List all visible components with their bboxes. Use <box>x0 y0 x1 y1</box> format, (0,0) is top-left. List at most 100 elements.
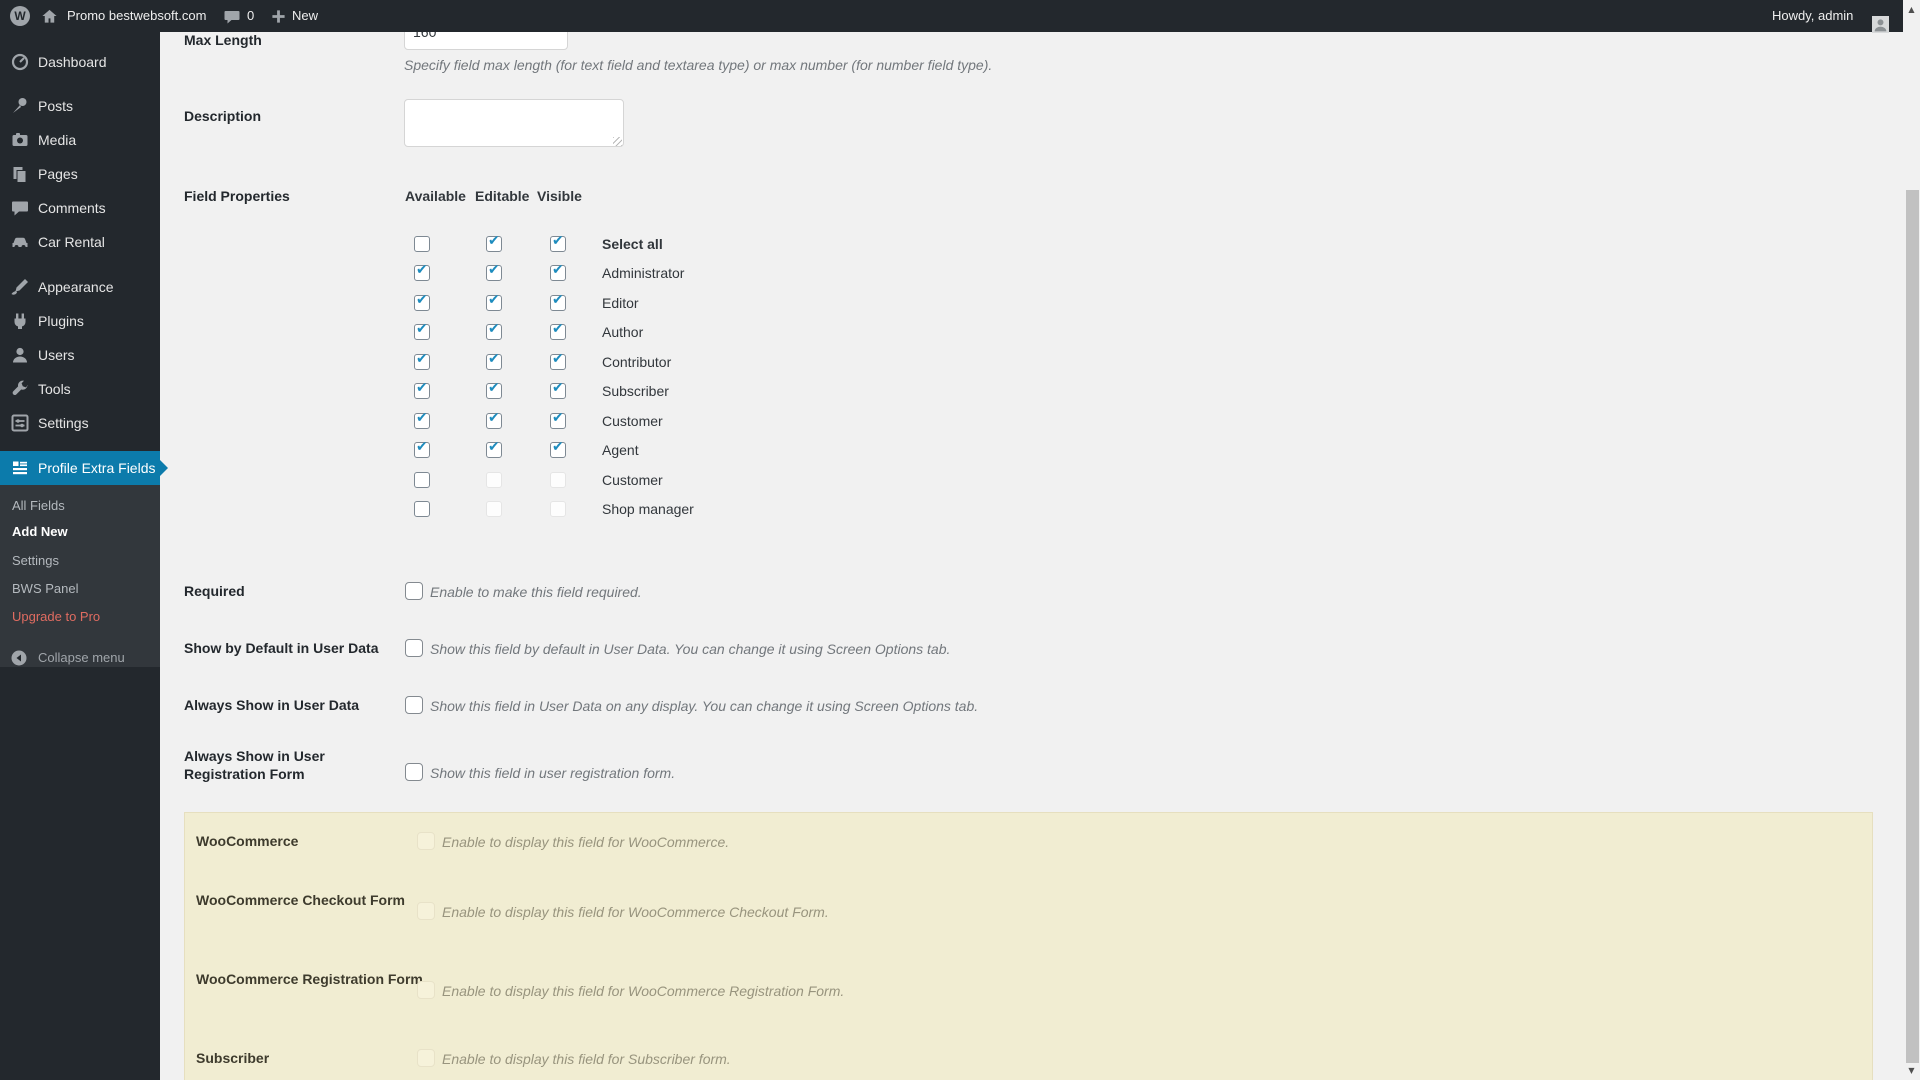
available-checkbox[interactable] <box>414 442 430 458</box>
editable-checkbox[interactable] <box>486 383 502 399</box>
sidebar-item-profile-extra-fields[interactable]: Profile Extra Fields <box>0 451 160 485</box>
textarea-resize-handle[interactable] <box>613 137 622 146</box>
show-by-default-label: Show by Default in User Data <box>184 638 378 658</box>
always-show-user-data-description: Show this field in User Data on any disp… <box>430 697 978 715</box>
editable-checkbox[interactable] <box>486 324 502 340</box>
editable-checkbox[interactable] <box>486 413 502 429</box>
sidebar-item-media[interactable]: Media <box>0 123 160 157</box>
vertical-scrollbar[interactable]: ▲ ▼ <box>1903 0 1920 1080</box>
available-checkbox[interactable] <box>414 413 430 429</box>
sidebar-item-posts[interactable]: Posts <box>0 89 160 123</box>
admin-sidebar: Dashboard Posts Media Pages Comments Car… <box>0 32 160 1080</box>
sidebar-item-all-fields[interactable]: All Fields <box>12 497 152 515</box>
sidebar-item-settings[interactable]: Settings <box>0 406 160 440</box>
scroll-down-icon[interactable]: ▼ <box>1903 1064 1920 1078</box>
editable-checkbox[interactable] <box>486 442 502 458</box>
available-checkbox[interactable] <box>414 354 430 370</box>
tools-icon <box>10 379 30 399</box>
always-show-user-data-label: Always Show in User Data <box>184 695 359 715</box>
available-checkbox[interactable] <box>414 383 430 399</box>
always-show-user-data-checkbox[interactable] <box>405 696 423 714</box>
field-properties-label: Field Properties <box>184 186 290 206</box>
editable-checkbox[interactable] <box>486 295 502 311</box>
sidebar-item-upgrade-to-pro[interactable]: Upgrade to Pro <box>12 608 152 626</box>
pin-icon <box>10 96 30 116</box>
collapse-menu-button[interactable]: Collapse menu <box>0 641 160 675</box>
comments-icon <box>10 198 30 218</box>
row-label: Subscriber <box>602 381 669 401</box>
sidebar-item-dashboard[interactable]: Dashboard <box>0 45 160 79</box>
woocommerce-checkout-label: WooCommerce Checkout Form <box>196 891 426 910</box>
available-checkbox[interactable] <box>414 236 430 252</box>
sidebar-item-pef-settings[interactable]: Settings <box>12 552 152 570</box>
car-icon <box>10 232 30 252</box>
description-label: Description <box>184 106 261 126</box>
available-checkbox[interactable] <box>414 265 430 281</box>
visible-checkbox[interactable] <box>550 354 566 370</box>
editable-checkbox[interactable] <box>486 236 502 252</box>
dashboard-icon <box>10 52 30 72</box>
description-textarea[interactable] <box>404 99 624 147</box>
sidebar-item-appearance[interactable]: Appearance <box>0 270 160 304</box>
wordpress-logo-icon[interactable]: W <box>10 6 30 26</box>
sidebar-item-plugins[interactable]: Plugins <box>0 304 160 338</box>
woocommerce-label: WooCommerce <box>196 832 426 851</box>
woocommerce-checkout-checkbox <box>417 902 435 920</box>
available-checkbox[interactable] <box>414 472 430 488</box>
row-label: Shop manager <box>602 499 694 519</box>
woocommerce-description: Enable to display this field for WooComm… <box>442 833 729 851</box>
id-card-icon <box>10 458 30 478</box>
new-button[interactable]: New <box>292 0 318 32</box>
visible-checkbox[interactable] <box>550 383 566 399</box>
always-show-registration-description: Show this field in user registration for… <box>430 764 675 782</box>
active-menu-arrow <box>160 460 168 476</box>
sidebar-item-comments[interactable]: Comments <box>0 191 160 225</box>
visible-checkbox[interactable] <box>550 442 566 458</box>
always-show-registration-label: Always Show in User Registration Form <box>184 747 354 783</box>
visible-checkbox[interactable] <box>550 265 566 281</box>
column-header-editable: Editable <box>475 186 529 206</box>
site-name-link[interactable]: Promo bestwebsoft.com <box>67 0 206 32</box>
editable-checkbox[interactable] <box>486 354 502 370</box>
howdy-admin-link[interactable]: Howdy, admin <box>1772 0 1853 32</box>
home-icon[interactable] <box>41 0 58 32</box>
sidebar-item-car-rental[interactable]: Car Rental <box>0 225 160 259</box>
show-by-default-description: Show this field by default in User Data.… <box>430 640 950 658</box>
required-description: Enable to make this field required. <box>430 583 642 601</box>
avatar[interactable] <box>1872 8 1889 24</box>
available-checkbox[interactable] <box>414 501 430 517</box>
pages-icon <box>10 164 30 184</box>
available-checkbox[interactable] <box>414 295 430 311</box>
column-header-visible: Visible <box>537 186 582 206</box>
scrollbar-thumb[interactable] <box>1906 190 1919 1063</box>
comments-bubble-icon[interactable] <box>224 0 240 32</box>
admin-bar: W Promo bestwebsoft.com 0 New Howdy, adm… <box>0 0 1903 32</box>
row-label: Editor <box>602 293 639 313</box>
visible-checkbox[interactable] <box>550 324 566 340</box>
show-by-default-checkbox[interactable] <box>405 639 423 657</box>
visible-checkbox[interactable] <box>550 236 566 252</box>
required-checkbox[interactable] <box>405 582 423 600</box>
always-show-registration-checkbox[interactable] <box>405 763 423 781</box>
appearance-icon <box>10 277 30 297</box>
sidebar-item-bws-panel[interactable]: BWS Panel <box>12 580 152 598</box>
max-length-description: Specify field max length (for text field… <box>404 56 992 74</box>
subscriber-label: Subscriber <box>196 1049 426 1068</box>
row-label: Customer <box>602 411 663 431</box>
sidebar-item-tools[interactable]: Tools <box>0 372 160 406</box>
sidebar-item-add-new[interactable]: Add New <box>12 523 152 541</box>
visible-checkbox[interactable] <box>550 295 566 311</box>
editable-checkbox[interactable] <box>486 265 502 281</box>
sidebar-item-pages[interactable]: Pages <box>0 157 160 191</box>
editable-checkbox <box>486 472 502 488</box>
column-header-available: Available <box>405 186 466 206</box>
row-label: Agent <box>602 440 639 460</box>
comments-count[interactable]: 0 <box>247 0 254 32</box>
plus-icon[interactable] <box>271 0 286 32</box>
media-icon <box>10 130 30 150</box>
available-checkbox[interactable] <box>414 324 430 340</box>
row-label: Select all <box>602 234 663 254</box>
scroll-up-icon[interactable]: ▲ <box>1903 3 1920 17</box>
sidebar-item-users[interactable]: Users <box>0 338 160 372</box>
visible-checkbox[interactable] <box>550 413 566 429</box>
